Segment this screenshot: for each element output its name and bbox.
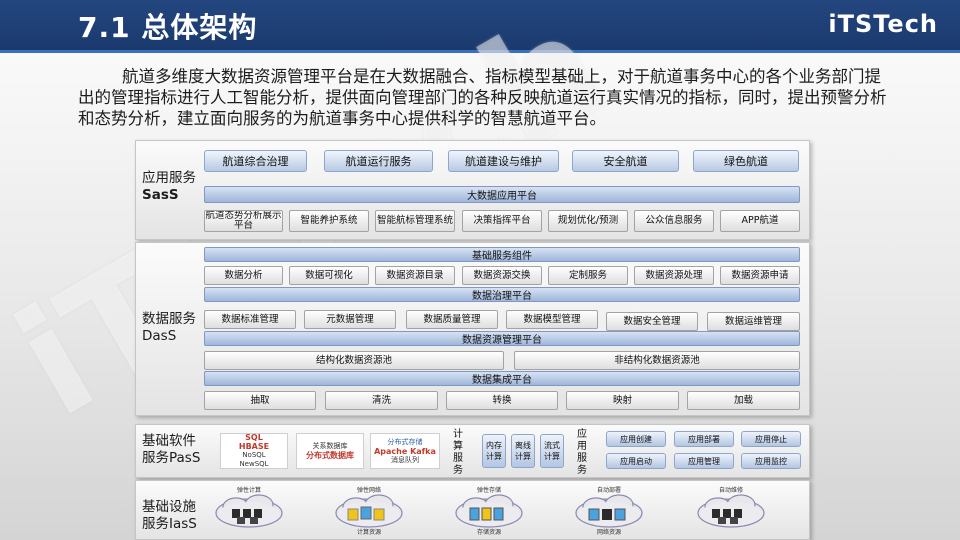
saas-item[interactable]: 绿色航道 xyxy=(693,150,799,172)
distributed-db-text: 分布式数据库 xyxy=(306,451,354,460)
cloud-caption: 自动维修 xyxy=(718,487,743,494)
daas-service[interactable]: 数据可视化 xyxy=(289,266,369,285)
saas-label-cn: 应用服务 xyxy=(142,170,196,186)
daas-integration-bar: 数据集成平台 xyxy=(204,371,800,386)
cloud-caption: 网络资源 xyxy=(596,529,621,536)
saas-subsystem[interactable]: 决策指挥平台 xyxy=(462,210,542,232)
daas-service[interactable]: 数据资源目录 xyxy=(375,266,455,285)
saas-subsystem[interactable]: 规划优化/预测 xyxy=(548,210,628,232)
daas-governance-bar: 数据治理平台 xyxy=(204,287,800,302)
daas-label-en: DasS xyxy=(142,328,177,344)
structured-pool[interactable]: 结构化数据资源池 xyxy=(204,351,504,370)
slide-title: 7.1 总体架构 xyxy=(78,11,258,44)
saas-subsystem[interactable]: 公众信息服务 xyxy=(634,210,714,232)
daas-layer: 数据服务 DasS 基础服务组件 数据分析 数据可视化 数据资源目录 数据资源交… xyxy=(135,242,810,416)
daas-service[interactable]: 数据资源申请 xyxy=(720,266,800,285)
saas-item[interactable]: 安全航道 xyxy=(572,150,679,172)
saas-item[interactable]: 航道建设与维护 xyxy=(448,150,559,172)
cloud-caption: 存储资源 xyxy=(476,529,501,536)
saas-item[interactable]: 航道综合治理 xyxy=(204,150,307,172)
etl-step[interactable]: 转换 xyxy=(446,391,558,410)
saas-subsystem[interactable]: 智能航标管理系统 xyxy=(375,210,455,232)
message-queue-text: 消息队列 xyxy=(391,455,419,464)
distributed-storage-text: 分布式存储 xyxy=(387,437,423,446)
cloud-caption: 弹性网络 xyxy=(356,487,381,494)
saas-item[interactable]: 航道运行服务 xyxy=(324,150,433,172)
daas-basic-components-bar: 基础服务组件 xyxy=(204,247,800,262)
app-service[interactable]: 应用停止 xyxy=(741,431,801,447)
app-service[interactable]: 应用部署 xyxy=(674,431,734,447)
daas-label-cn: 数据服务 xyxy=(142,311,196,327)
kafka-logo: Apache Kafka xyxy=(374,446,436,456)
daas-label: 数据服务 DasS xyxy=(142,311,196,345)
iaas-label-cn2: 服务IasS xyxy=(142,516,197,532)
app-service[interactable]: 应用监控 xyxy=(741,453,801,469)
storage-logos: 分布式存储 Apache Kafka 消息队列 xyxy=(370,433,440,469)
saas-subsystem[interactable]: 智能养护系统 xyxy=(289,210,369,232)
compute-service-label: 计算服务 xyxy=(453,429,463,476)
daas-service[interactable]: 定制服务 xyxy=(548,266,628,285)
app-service[interactable]: 应用管理 xyxy=(674,453,734,469)
daas-resource-mgmt-bar: 数据资源管理平台 xyxy=(204,331,800,346)
compute-service[interactable]: 离线计算 xyxy=(511,434,535,468)
app-service[interactable]: 应用启动 xyxy=(606,453,666,469)
compute-service[interactable]: 内存计算 xyxy=(482,434,506,468)
paas-label: 基础软件 服务PasS xyxy=(142,433,200,467)
app-service-label: 应用服务 xyxy=(577,429,587,476)
daas-service[interactable]: 数据资源交换 xyxy=(462,266,542,285)
relational-db-text: 关系数据库 xyxy=(312,442,348,450)
iaas-label: 基础设施 服务IasS xyxy=(142,499,197,533)
database-logos: SQL HBASE NoSQL NewSQL xyxy=(220,433,288,469)
daas-service[interactable]: 数据资源处理 xyxy=(634,266,714,285)
compute-service[interactable]: 流式计算 xyxy=(540,434,564,468)
relational-db-logos: 关系数据库 分布式数据库 xyxy=(296,433,364,469)
saas-layer: 应用服务 SasS 航道综合治理 航道运行服务 航道建设与维护 安全航道 绿色航… xyxy=(135,140,810,240)
cloud-caption: 自动部署 xyxy=(596,487,621,494)
saas-label-en: SasS xyxy=(142,187,179,203)
cloud-caption: 弹性存储 xyxy=(476,487,501,494)
cloud-caption: 计算资源 xyxy=(356,529,381,536)
app-service[interactable]: 应用创建 xyxy=(606,431,666,447)
daas-service[interactable]: 数据分析 xyxy=(204,266,283,285)
daas-governance-item[interactable]: 数据运维管理 xyxy=(707,312,800,331)
daas-governance-item[interactable]: 数据模型管理 xyxy=(506,310,598,329)
etl-step[interactable]: 加载 xyxy=(687,391,800,410)
saas-platform-bar: 大数据应用平台 xyxy=(204,186,800,203)
saas-subsystem[interactable]: APP航道 xyxy=(720,210,800,232)
brand-logo: iTSTech xyxy=(828,10,938,38)
nosql-logo: NoSQL xyxy=(242,451,266,459)
iaas-layer: 基础设施 服务IasS 弹性计算 弹性网络 计算资源 弹性存储 存储资源 自动部… xyxy=(135,480,810,540)
saas-label: 应用服务 SasS xyxy=(142,170,196,204)
etl-step[interactable]: 映射 xyxy=(566,391,679,410)
saas-subsystem[interactable]: 航道态势分析展示平台 xyxy=(204,210,283,232)
paas-label-cn2: 服务PasS xyxy=(142,450,201,466)
daas-governance-item[interactable]: 数据质量管理 xyxy=(406,310,498,329)
etl-step[interactable]: 清洗 xyxy=(325,391,438,410)
sql-logo: SQL xyxy=(245,433,263,442)
unstructured-pool[interactable]: 非结构化数据资源池 xyxy=(514,351,800,370)
paas-label-cn1: 基础软件 xyxy=(142,433,196,449)
daas-governance-item[interactable]: 数据安全管理 xyxy=(606,312,698,331)
cloud-caption: 弹性计算 xyxy=(236,487,261,494)
paas-layer: 基础软件 服务PasS SQL HBASE NoSQL NewSQL 关系数据库… xyxy=(135,424,810,478)
hbase-logo: HBASE xyxy=(238,442,270,451)
daas-governance-item[interactable]: 数据标准管理 xyxy=(204,310,296,329)
etl-step[interactable]: 抽取 xyxy=(204,391,316,410)
newsql-logo: NewSQL xyxy=(239,460,269,468)
intro-paragraph: 航道多维度大数据资源管理平台是在大数据融合、指标模型基础上，对于航道事务中心的各… xyxy=(78,67,887,128)
iaas-label-cn1: 基础设施 xyxy=(142,499,196,515)
daas-governance-item[interactable]: 元数据管理 xyxy=(304,310,396,329)
